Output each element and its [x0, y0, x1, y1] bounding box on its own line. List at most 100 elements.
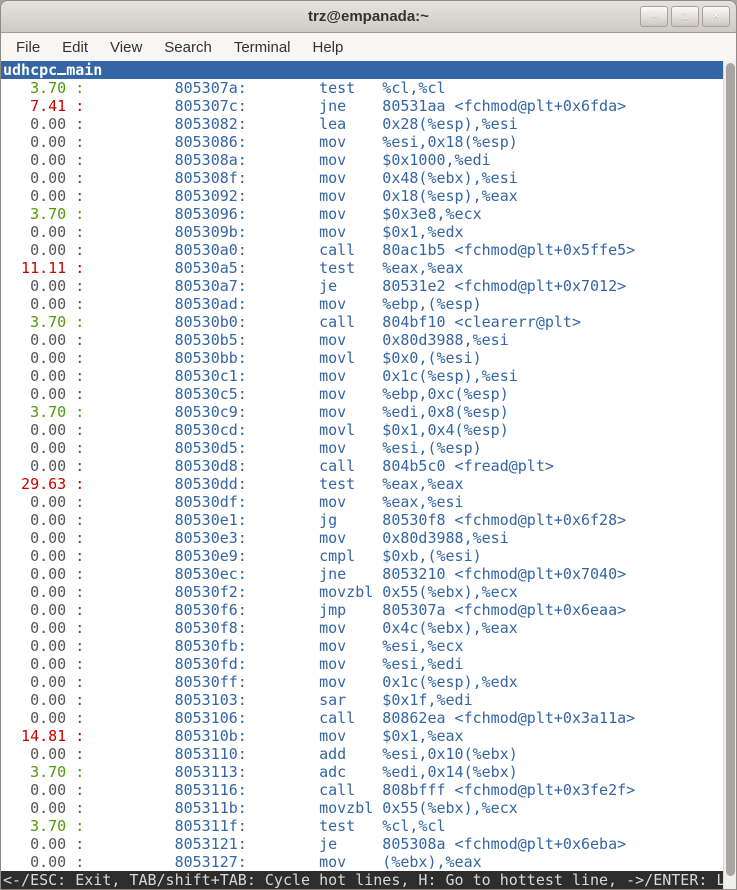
- asm-instruction: 8053127: mov (%ebx),%eax: [84, 853, 481, 871]
- asm-row[interactable]: 0.00 : 80530d8: call 804b5c0 <fread@plt>: [3, 457, 723, 475]
- asm-row[interactable]: 0.00 : 80530f6: jmp 805307a <fchmod@plt+…: [3, 601, 723, 619]
- sample-percent: 0.00 :: [3, 169, 84, 187]
- asm-instruction: 805311f: test %cl,%cl: [84, 817, 445, 835]
- asm-row[interactable]: 3.70 : 8053113: adc %edi,0x14(%ebx): [3, 763, 723, 781]
- title-bar[interactable]: trz@empanada:~ – □ ×: [1, 1, 736, 33]
- asm-instruction: 8053092: mov 0x18(%esp),%eax: [84, 187, 517, 205]
- close-button[interactable]: ×: [702, 6, 730, 27]
- asm-row[interactable]: 0.00 : 8053082: lea 0x28(%esp),%esi: [3, 115, 723, 133]
- asm-row[interactable]: 0.00 : 805311b: movzbl 0x55(%ebx),%ecx: [3, 799, 723, 817]
- asm-instruction: 8053082: lea 0x28(%esp),%esi: [84, 115, 517, 133]
- asm-row[interactable]: 0.00 : 80530df: mov %eax,%esi: [3, 493, 723, 511]
- asm-listing: 3.70 : 805307a: test %cl,%cl 7.41 : 8053…: [1, 79, 723, 871]
- asm-row[interactable]: 0.00 : 80530ec: jne 8053210 <fchmod@plt+…: [3, 565, 723, 583]
- maximize-button[interactable]: □: [671, 6, 699, 27]
- asm-row[interactable]: 7.41 : 805307c: jne 80531aa <fchmod@plt+…: [3, 97, 723, 115]
- asm-instruction: 805308f: mov 0x48(%ebx),%esi: [84, 169, 517, 187]
- asm-row[interactable]: 0.00 : 80530ad: mov %ebp,(%esp): [3, 295, 723, 313]
- asm-instruction: 8053106: call 80862ea <fchmod@plt+0x3a11…: [84, 709, 635, 727]
- sample-percent: 0.00 :: [3, 619, 84, 637]
- asm-row[interactable]: 0.00 : 80530a0: call 80ac1b5 <fchmod@plt…: [3, 241, 723, 259]
- menu-item-help[interactable]: Help: [302, 35, 355, 60]
- close-icon: ×: [713, 11, 719, 22]
- sample-percent: 0.00 :: [3, 709, 84, 727]
- asm-row[interactable]: 3.70 : 805307a: test %cl,%cl: [3, 79, 723, 97]
- asm-row[interactable]: 0.00 : 805308f: mov 0x48(%ebx),%esi: [3, 169, 723, 187]
- sample-percent: 0.00 :: [3, 601, 84, 619]
- asm-instruction: 80530fd: mov %esi,%edi: [84, 655, 463, 673]
- asm-row[interactable]: 3.70 : 80530b0: call 804bf10 <clearerr@p…: [3, 313, 723, 331]
- sample-percent: 0.00 :: [3, 187, 84, 205]
- asm-row[interactable]: 0.00 : 80530d5: mov %esi,(%esp): [3, 439, 723, 457]
- symbol-section: main: [66, 61, 102, 79]
- sample-percent: 11.11 :: [3, 259, 84, 277]
- menu-item-edit[interactable]: Edit: [51, 35, 99, 60]
- status-bar: <-/ESC: Exit, TAB/shift+TAB: Cycle hot l…: [1, 871, 723, 890]
- asm-row[interactable]: 0.00 : 80530bb: movl $0x0,(%esi): [3, 349, 723, 367]
- asm-row[interactable]: 0.00 : 805308a: mov $0x1000,%edi: [3, 151, 723, 169]
- menu-item-file[interactable]: File: [5, 35, 51, 60]
- asm-row[interactable]: 0.00 : 80530c1: mov 0x1c(%esp),%esi: [3, 367, 723, 385]
- menu-item-view[interactable]: View: [99, 35, 153, 60]
- minimize-button[interactable]: –: [640, 6, 668, 27]
- menu-item-search[interactable]: Search: [153, 35, 223, 60]
- asm-row[interactable]: 0.00 : 805309b: mov $0x1,%edx: [3, 223, 723, 241]
- asm-instruction: 80530e1: jg 80530f8 <fchmod@plt+0x6f28>: [84, 511, 626, 529]
- asm-instruction: 805308a: mov $0x1000,%edi: [84, 151, 490, 169]
- asm-row[interactable]: 29.63 : 80530dd: test %eax,%eax: [3, 475, 723, 493]
- maximize-icon: □: [682, 11, 689, 22]
- asm-row[interactable]: 3.70 : 805311f: test %cl,%cl: [3, 817, 723, 835]
- asm-row[interactable]: 0.00 : 80530b5: mov 0x80d3988,%esi: [3, 331, 723, 349]
- asm-row[interactable]: 0.00 : 8053127: mov (%ebx),%eax: [3, 853, 723, 871]
- asm-row[interactable]: 0.00 : 80530fb: mov %esi,%ecx: [3, 637, 723, 655]
- asm-instruction: 80530bb: movl $0x0,(%esi): [84, 349, 481, 367]
- asm-row[interactable]: 0.00 : 80530f2: movzbl 0x55(%ebx),%ecx: [3, 583, 723, 601]
- sample-percent: 3.70 :: [3, 313, 84, 331]
- asm-row[interactable]: 0.00 : 80530ff: mov 0x1c(%esp),%edx: [3, 673, 723, 691]
- asm-row[interactable]: 0.00 : 80530e9: cmpl $0xb,(%esi): [3, 547, 723, 565]
- sample-percent: 0.00 :: [3, 493, 84, 511]
- asm-row[interactable]: 0.00 : 80530c5: mov %ebp,0xc(%esp): [3, 385, 723, 403]
- sample-percent: 0.00 :: [3, 421, 84, 439]
- window-controls: – □ ×: [640, 6, 730, 27]
- menu-item-terminal[interactable]: Terminal: [223, 35, 302, 60]
- asm-instruction: 805311b: movzbl 0x55(%ebx),%ecx: [84, 799, 517, 817]
- asm-instruction: 80530d5: mov %esi,(%esp): [84, 439, 481, 457]
- asm-row[interactable]: 0.00 : 8053103: sar $0x1f,%edi: [3, 691, 723, 709]
- sample-percent: 3.70 :: [3, 763, 84, 781]
- asm-instruction: 80530f2: movzbl 0x55(%ebx),%ecx: [84, 583, 517, 601]
- sample-percent: 0.00 :: [3, 853, 84, 871]
- asm-row[interactable]: 0.00 : 8053121: je 805308a <fchmod@plt+0…: [3, 835, 723, 853]
- asm-instruction: 80530c9: mov %edi,0x8(%esp): [84, 403, 508, 421]
- sample-percent: 0.00 :: [3, 295, 84, 313]
- asm-row[interactable]: 0.00 : 8053086: mov %esi,0x18(%esp): [3, 133, 723, 151]
- asm-row[interactable]: 0.00 : 8053106: call 80862ea <fchmod@plt…: [3, 709, 723, 727]
- scrollbar-thumb[interactable]: [726, 63, 735, 876]
- sample-percent: 0.00 :: [3, 277, 84, 295]
- sample-percent: 3.70 :: [3, 817, 84, 835]
- asm-row[interactable]: 0.00 : 80530f8: mov 0x4c(%ebx),%eax: [3, 619, 723, 637]
- asm-row[interactable]: 0.00 : 80530fd: mov %esi,%edi: [3, 655, 723, 673]
- perf-annotate-view: udhcpcmain 3.70 : 805307a: test %cl,%cl …: [1, 61, 723, 890]
- scrollbar[interactable]: [723, 61, 736, 890]
- asm-row[interactable]: 3.70 : 80530c9: mov %edi,0x8(%esp): [3, 403, 723, 421]
- asm-row[interactable]: 11.11 : 80530a5: test %eax,%eax: [3, 259, 723, 277]
- symbol-header-bar[interactable]: udhcpcmain: [1, 61, 723, 79]
- asm-row[interactable]: 0.00 : 80530cd: movl $0x1,0x4(%esp): [3, 421, 723, 439]
- sample-percent: 0.00 :: [3, 511, 84, 529]
- sample-percent: 0.00 :: [3, 529, 84, 547]
- sample-percent: 0.00 :: [3, 691, 84, 709]
- asm-row[interactable]: 14.81 : 805310b: mov $0x1,%eax: [3, 727, 723, 745]
- asm-row[interactable]: 0.00 : 80530e1: jg 80530f8 <fchmod@plt+0…: [3, 511, 723, 529]
- asm-row[interactable]: 3.70 : 8053096: mov $0x3e8,%ecx: [3, 205, 723, 223]
- asm-row[interactable]: 0.00 : 8053110: add %esi,0x10(%ebx): [3, 745, 723, 763]
- asm-instruction: 8053096: mov $0x3e8,%ecx: [84, 205, 481, 223]
- sample-percent: 0.00 :: [3, 349, 84, 367]
- asm-instruction: 805307c: jne 80531aa <fchmod@plt+0x6fda>: [84, 97, 626, 115]
- asm-instruction: 80530a5: test %eax,%eax: [84, 259, 463, 277]
- asm-row[interactable]: 0.00 : 80530e3: mov 0x80d3988,%esi: [3, 529, 723, 547]
- asm-row[interactable]: 0.00 : 80530a7: je 80531e2 <fchmod@plt+0…: [3, 277, 723, 295]
- terminal-screen: udhcpcmain 3.70 : 805307a: test %cl,%cl …: [1, 61, 736, 890]
- asm-row[interactable]: 0.00 : 8053092: mov 0x18(%esp),%eax: [3, 187, 723, 205]
- asm-row[interactable]: 0.00 : 8053116: call 808bfff <fchmod@plt…: [3, 781, 723, 799]
